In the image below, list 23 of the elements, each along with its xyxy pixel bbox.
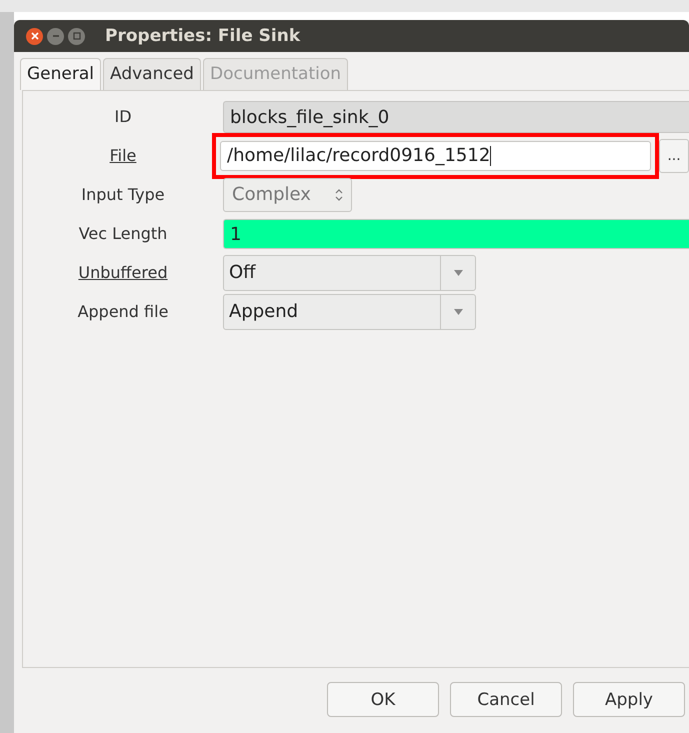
field-label: ID xyxy=(113,107,133,126)
vec-length-field[interactable]: 1 xyxy=(223,218,689,248)
file-path-field[interactable]: /home/lilac/record0916_1512 xyxy=(220,140,651,170)
dropdown-arrow-icon xyxy=(454,270,462,276)
maximize-icon[interactable] xyxy=(68,28,85,44)
field-label: Unbuffered xyxy=(77,263,169,282)
tab[interactable]: Advanced xyxy=(103,58,201,90)
field-label: File xyxy=(108,146,138,165)
dialog-button[interactable]: OK xyxy=(327,682,439,717)
browse-button[interactable]: ... xyxy=(659,138,689,172)
dropdown[interactable]: Off xyxy=(223,254,476,290)
dialog-button[interactable]: Apply xyxy=(573,682,685,717)
window-title: Properties: File Sink xyxy=(105,26,300,46)
tab[interactable]: General xyxy=(20,58,101,90)
field-label: Vec Length xyxy=(78,224,168,243)
field-label: Append file xyxy=(76,302,170,321)
id-field[interactable]: blocks_file_sink_0 xyxy=(223,100,689,132)
close-icon[interactable] xyxy=(26,28,43,44)
stepper-arrows-icon xyxy=(335,188,343,202)
dropdown[interactable]: Append xyxy=(223,294,476,330)
dropdown-arrow-icon xyxy=(454,308,462,314)
field-label: Input Type xyxy=(80,185,166,204)
dialog-button[interactable]: Cancel xyxy=(450,682,562,717)
